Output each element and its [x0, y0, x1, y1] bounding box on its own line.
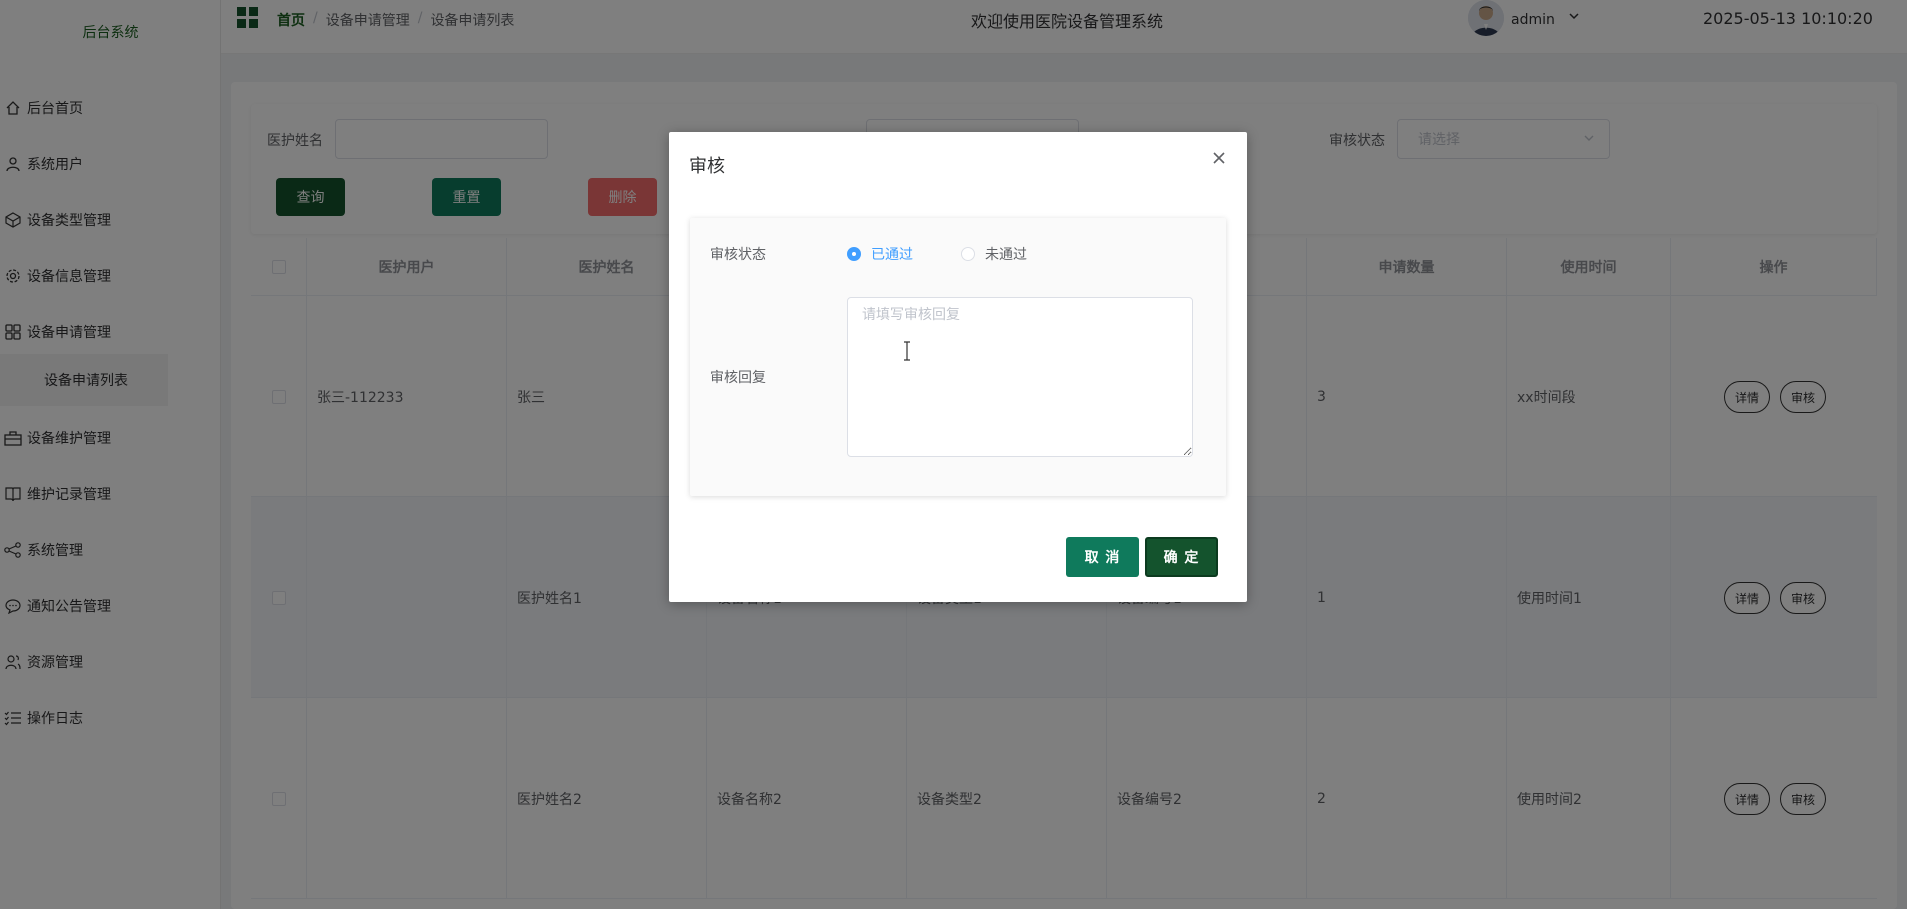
cancel-button[interactable]: 取 消 — [1066, 537, 1139, 577]
reply-field-label: 审核回复 — [710, 370, 766, 386]
radio-unchecked-icon — [961, 247, 975, 261]
confirm-button[interactable]: 确 定 — [1145, 537, 1218, 577]
radio-pass-label: 已通过 — [871, 247, 913, 263]
text-cursor-icon — [902, 341, 912, 361]
radio-fail-label: 未通过 — [985, 247, 1027, 263]
audit-dialog: 审核 审核状态 已通过 未通过 审核回复 取 消 确 定 — [669, 132, 1247, 602]
dialog-title: 审核 — [689, 156, 725, 177]
radio-fail[interactable]: 未通过 — [961, 244, 1027, 264]
close-icon[interactable] — [1209, 148, 1229, 168]
radio-checked-icon — [847, 247, 861, 261]
audit-form: 审核状态 已通过 未通过 审核回复 — [690, 218, 1226, 496]
status-field-label: 审核状态 — [710, 247, 766, 263]
reply-textarea[interactable] — [847, 297, 1193, 457]
radio-pass[interactable]: 已通过 — [847, 244, 913, 264]
